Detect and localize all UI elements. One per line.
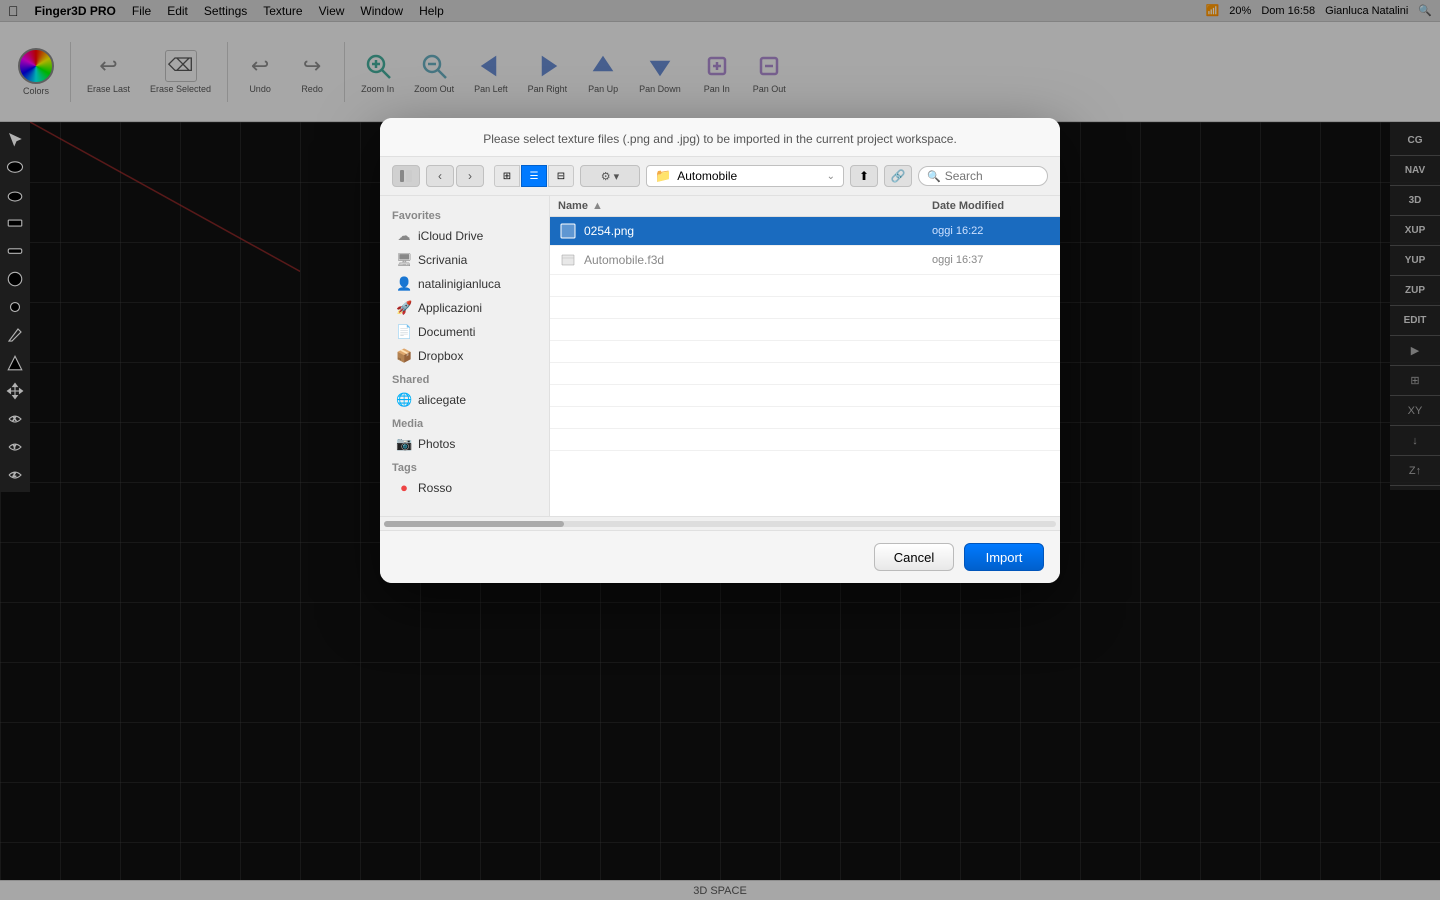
search-box: 🔍 — [918, 166, 1048, 186]
nav-buttons: ‹ › — [426, 165, 484, 187]
file-list-header: Name ▲ Date Modified — [550, 196, 1060, 217]
dropbox-icon: 📦 — [396, 348, 412, 364]
tags-label: Tags — [380, 456, 549, 476]
sidebar-user[interactable]: 👤 natalinigianluca — [384, 272, 545, 296]
cancel-button[interactable]: Cancel — [874, 543, 954, 571]
dialog-toolbar: ‹ › ⊞ ☰ ⊟ ⚙ ▾ 📁 Automobile ⌄ ⬆ 🔗 � — [380, 157, 1060, 196]
scrivania-icon: 🖥 — [396, 252, 412, 268]
sidebar-rosso-label: Rosso — [418, 481, 452, 495]
sidebar-icloud[interactable]: ☁ iCloud Drive — [384, 224, 545, 248]
file-row-empty-1 — [550, 275, 1060, 297]
share-button[interactable]: ⬆ — [850, 165, 878, 187]
sidebar-docs-label: Documenti — [418, 325, 475, 339]
import-button[interactable]: Import — [964, 543, 1044, 571]
link-button[interactable]: 🔗 — [884, 165, 912, 187]
path-bar[interactable]: 📁 Automobile ⌄ — [646, 165, 844, 187]
file-icon-0254 — [558, 221, 578, 241]
file-name-0254: 0254.png — [584, 224, 932, 238]
search-icon: 🔍 — [927, 170, 941, 183]
icloud-icon: ☁ — [396, 228, 412, 244]
sidebar-apps-label: Applicazioni — [418, 301, 482, 315]
user-icon: 👤 — [396, 276, 412, 292]
file-row-empty-3 — [550, 319, 1060, 341]
view-buttons: ⊞ ☰ ⊟ — [494, 165, 574, 187]
sidebar-icloud-label: iCloud Drive — [418, 229, 483, 243]
hscroll-bar[interactable] — [380, 516, 1060, 530]
docs-icon: 📄 — [396, 324, 412, 340]
rosso-icon: ● — [396, 480, 412, 495]
file-row-empty-7 — [550, 407, 1060, 429]
nav-forward-button[interactable]: › — [456, 165, 484, 187]
sort-icon: ▲ — [592, 200, 603, 212]
view-list-button[interactable]: ☰ — [521, 165, 547, 187]
sidebar-dropbox-label: Dropbox — [418, 349, 463, 363]
dialog-sidebar: Favorites ☁ iCloud Drive 🖥 Scrivania 👤 n… — [380, 196, 550, 516]
action-menu-button[interactable]: ⚙ ▾ — [580, 165, 640, 187]
shared-label: Shared — [380, 368, 549, 388]
hscroll-track[interactable] — [384, 521, 1056, 527]
sidebar-photos[interactable]: 📷 Photos — [384, 432, 545, 456]
file-row-empty-4 — [550, 341, 1060, 363]
sidebar-dropbox[interactable]: 📦 Dropbox — [384, 344, 545, 368]
file-date-0254: oggi 16:22 — [932, 225, 1052, 237]
path-text: Automobile — [677, 169, 820, 183]
modal-overlay: Please select texture files (.png and .j… — [0, 0, 1440, 900]
file-list-scroll[interactable]: 0254.png oggi 16:22 Automobile.f3d oggi … — [550, 217, 1060, 477]
hscroll-thumb[interactable] — [384, 521, 564, 527]
sidebar-photos-label: Photos — [418, 437, 455, 451]
search-input[interactable] — [945, 169, 1035, 183]
apps-icon: 🚀 — [396, 300, 412, 316]
file-icon-automobile — [558, 250, 578, 270]
view-icon-button[interactable]: ⊞ — [494, 165, 520, 187]
dialog-header-text: Please select texture files (.png and .j… — [483, 132, 957, 146]
file-date-automobile: oggi 16:37 — [932, 254, 1052, 266]
dialog-header: Please select texture files (.png and .j… — [380, 118, 1060, 157]
media-label: Media — [380, 412, 549, 432]
file-row-0254[interactable]: 0254.png oggi 16:22 — [550, 217, 1060, 246]
file-list: Name ▲ Date Modified 0254.png — [550, 196, 1060, 516]
path-dropdown-icon[interactable]: ⌄ — [827, 171, 835, 182]
file-name-automobile: Automobile.f3d — [584, 253, 932, 267]
sidebar-toggle-button[interactable] — [392, 165, 420, 187]
sidebar-scrivania-label: Scrivania — [418, 253, 467, 267]
file-row-automobile[interactable]: Automobile.f3d oggi 16:37 — [550, 246, 1060, 275]
file-row-empty-8 — [550, 429, 1060, 451]
photos-icon: 📷 — [396, 436, 412, 452]
file-row-empty-2 — [550, 297, 1060, 319]
dialog-body: Favorites ☁ iCloud Drive 🖥 Scrivania 👤 n… — [380, 196, 1060, 516]
view-column-button[interactable]: ⊟ — [548, 165, 574, 187]
col-date-header[interactable]: Date Modified — [932, 200, 1052, 212]
alicegate-icon: 🌐 — [396, 392, 412, 408]
sidebar-docs[interactable]: 📄 Documenti — [384, 320, 545, 344]
dialog-footer: Cancel Import — [380, 530, 1060, 583]
nav-back-button[interactable]: ‹ — [426, 165, 454, 187]
col-name-header[interactable]: Name ▲ — [558, 200, 932, 212]
favorites-label: Favorites — [380, 204, 549, 224]
sidebar-alicegate[interactable]: 🌐 alicegate — [384, 388, 545, 412]
sidebar-user-label: natalinigianluca — [418, 277, 501, 291]
sidebar-rosso[interactable]: ● Rosso — [384, 476, 545, 499]
folder-icon: 📁 — [655, 168, 671, 184]
file-picker-dialog: Please select texture files (.png and .j… — [380, 118, 1060, 583]
sidebar-scrivania[interactable]: 🖥 Scrivania — [384, 248, 545, 272]
file-row-empty-6 — [550, 385, 1060, 407]
sidebar-alicegate-label: alicegate — [418, 393, 466, 407]
sidebar-apps[interactable]: 🚀 Applicazioni — [384, 296, 545, 320]
file-row-empty-5 — [550, 363, 1060, 385]
